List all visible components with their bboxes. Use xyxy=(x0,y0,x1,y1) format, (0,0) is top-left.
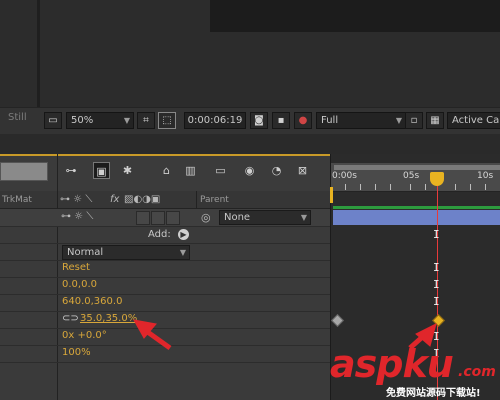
watermark: aspku .com 免费网站源码下载站! xyxy=(330,340,500,400)
watermark-brand: aspku xyxy=(330,342,454,386)
watermark-tagline: 免费网站源码下载站! xyxy=(386,388,481,399)
watermark-domain: .com xyxy=(458,364,496,380)
arrow-to-scale xyxy=(133,319,172,351)
